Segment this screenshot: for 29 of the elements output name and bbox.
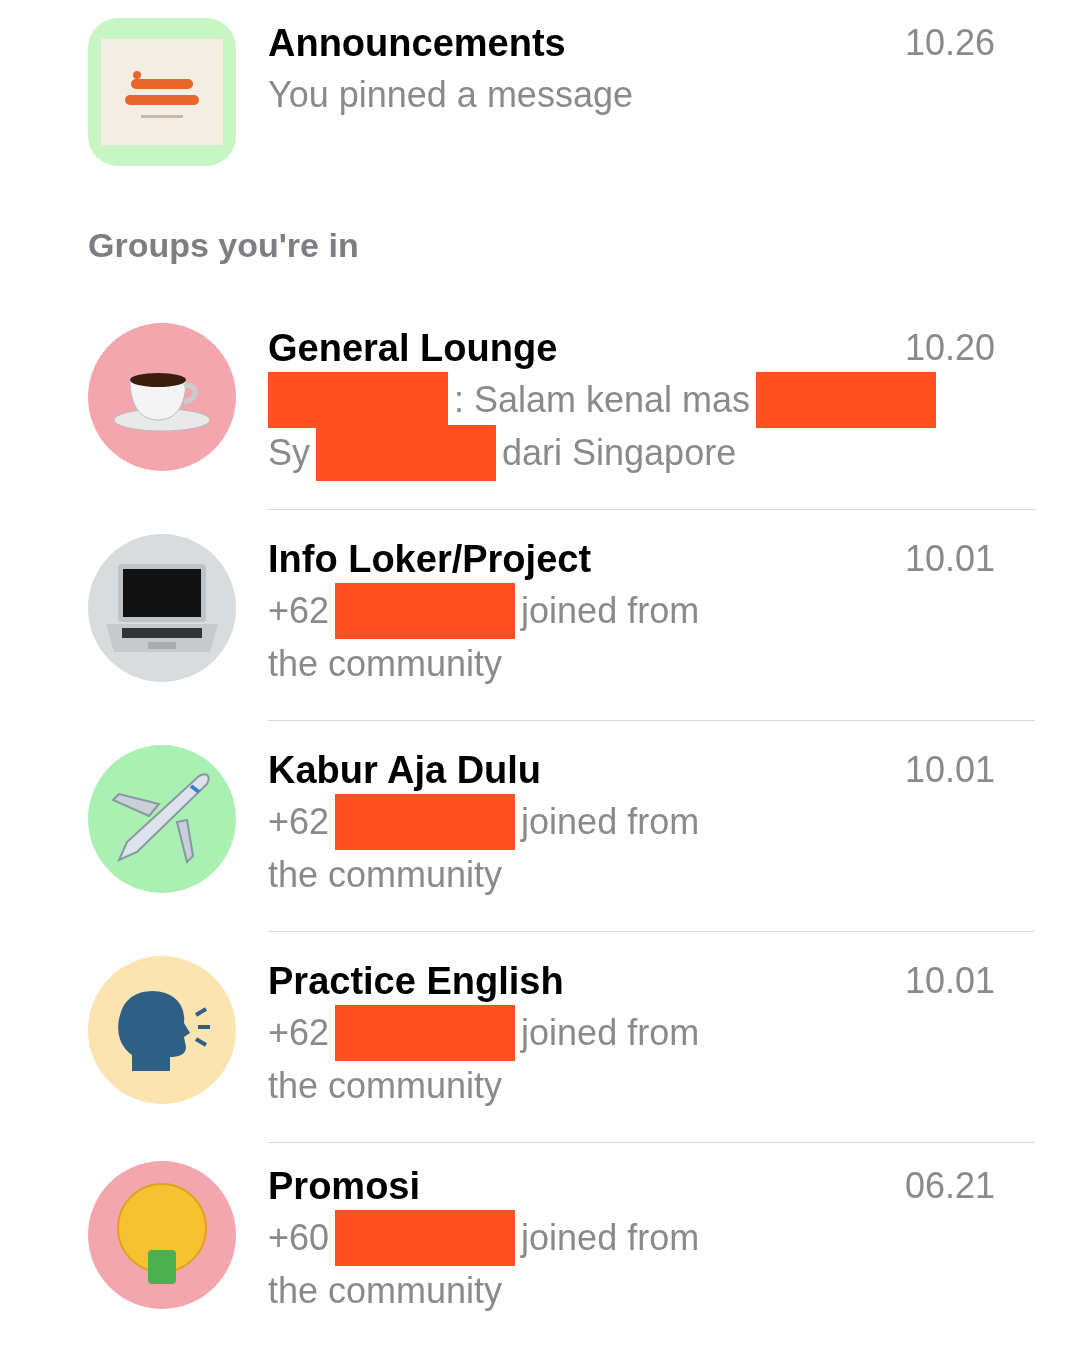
- chat-name: Kabur Aja Dulu: [268, 748, 542, 792]
- chat-time: 06.21: [904, 1165, 995, 1207]
- message-preview: the community: [268, 853, 503, 896]
- message-preview: +60: [268, 1216, 330, 1259]
- chat-name: Practice English: [268, 959, 564, 1003]
- chat-name: Info Loker/Project: [268, 537, 592, 581]
- message-preview: +62: [268, 800, 330, 843]
- chat-time: 10.26: [904, 22, 995, 64]
- message-preview: joined from: [521, 1011, 700, 1054]
- message-preview: Sy: [268, 431, 310, 474]
- section-header: Groups you're in: [88, 225, 360, 266]
- chat-time: 10.01: [904, 749, 995, 791]
- message-preview: dari Singapore: [502, 431, 737, 474]
- message-preview: the community: [268, 1269, 503, 1312]
- message-preview: +62: [268, 1011, 330, 1054]
- chat-time: 10.01: [904, 538, 995, 580]
- message-preview: joined from: [521, 589, 700, 632]
- message-preview: +62: [268, 589, 330, 632]
- chat-time: 10.01: [904, 960, 995, 1002]
- chat-name: Promosi: [268, 1164, 421, 1208]
- message-preview: joined from: [521, 800, 700, 843]
- message-preview: the community: [268, 642, 503, 685]
- message-preview: You pinned a message: [268, 73, 633, 116]
- chat-name: General Lounge: [268, 326, 558, 370]
- message-preview: : Salam kenal mas: [454, 378, 751, 421]
- chat-time: 10.20: [904, 327, 995, 369]
- chat-name: Announcements: [268, 21, 566, 65]
- message-preview: the community: [268, 1064, 503, 1107]
- message-preview: joined from: [521, 1216, 700, 1259]
